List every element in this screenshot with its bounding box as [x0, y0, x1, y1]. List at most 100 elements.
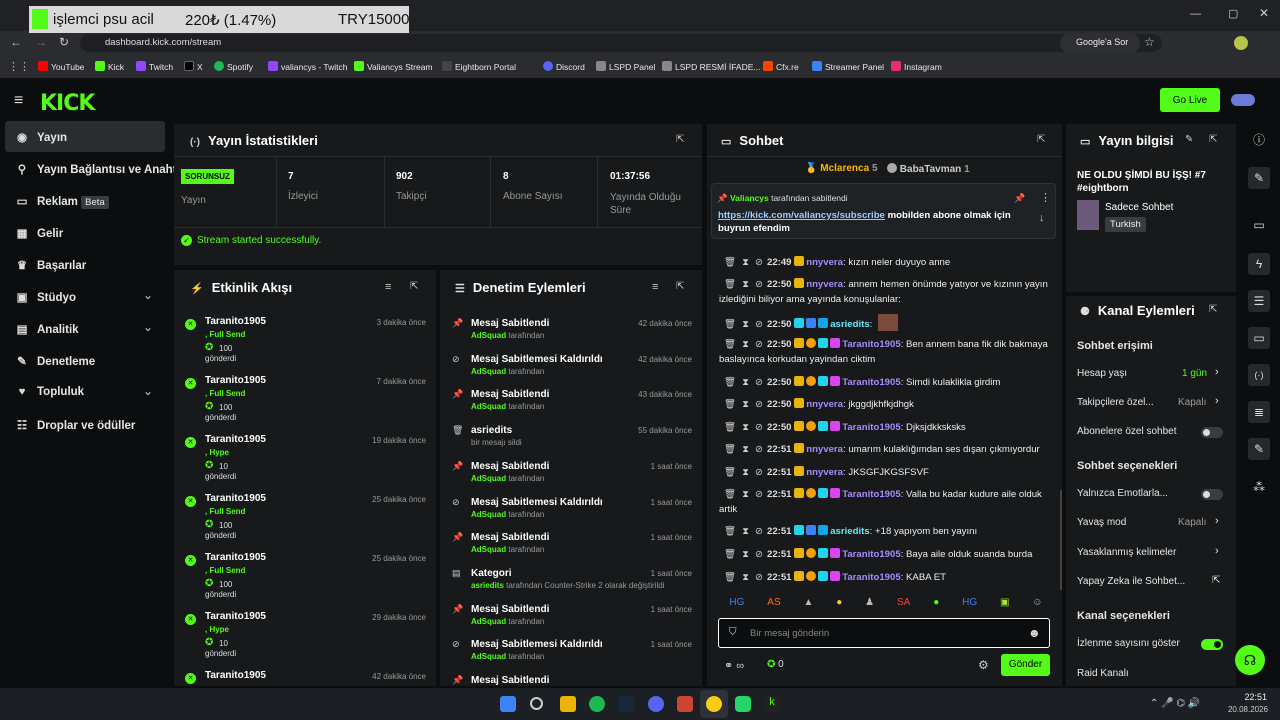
popout-icon[interactable]: ⇱ — [676, 134, 684, 145]
chat-scrollbar[interactable] — [1060, 490, 1062, 590]
sidebar-item-revenue[interactable]: ▦ Gelir — [16, 226, 64, 240]
sidebar-item-stream[interactable]: ◉ Yayın — [16, 130, 67, 144]
url-field[interactable]: dashboard.kick.com/stream Google'a Sor — [80, 33, 1162, 53]
bookmark-discord[interactable]: Discord — [543, 61, 585, 72]
top-gifter-1[interactable]: 🥇 Mclarenca 5 — [805, 163, 878, 174]
app-icon[interactable] — [677, 696, 693, 712]
ai-chat-label[interactable]: Yapay Zeka ile Sohbet... — [1077, 576, 1185, 587]
bookmark-youtube[interactable]: YouTube — [38, 61, 84, 72]
bookmark-cfx[interactable]: Cfx.re — [763, 61, 799, 72]
discord-icon[interactable] — [648, 696, 664, 712]
whatsapp-icon[interactable] — [735, 696, 751, 712]
stack-icon[interactable]: ≣ — [1248, 401, 1270, 423]
tray-icons[interactable]: ⌃ 🎤 ⌬ 🔊 — [1150, 698, 1200, 709]
card-icon[interactable]: ▭ — [1248, 214, 1270, 236]
lightning-icon[interactable]: ϟ — [1248, 253, 1270, 275]
chat-message[interactable]: 🗑 ⧗ ⊘ 22:51 Taranito1905: Valla bu kadar ku… — [719, 487, 1059, 517]
raid-channel-label[interactable]: Raid Kanalı — [1077, 668, 1129, 679]
file-explorer-icon[interactable] — [560, 696, 576, 712]
kick-logo[interactable]: KICK — [40, 91, 95, 116]
sidebar-item-stream-key[interactable]: ⚲ Yayın Bağlantısı ve Anahtar — [16, 162, 188, 176]
popout-icon[interactable]: ⇱ — [1037, 134, 1045, 145]
activity-user[interactable]: Taranito1905 — [205, 552, 266, 563]
infinity-icon[interactable]: ⚭ ∞ — [724, 659, 744, 672]
bookmark-lspd-resmi[interactable]: LSPD RESMİ İFADE... — [662, 61, 761, 72]
chat-message[interactable]: 🗑 ⧗ ⊘ 22:51 Taranito1905: KABA ET — [719, 570, 1059, 585]
gear-icon[interactable]: ⚙ — [978, 658, 989, 672]
chrome-icon[interactable] — [706, 696, 722, 712]
steam-icon[interactable] — [618, 696, 634, 712]
chat-message[interactable]: 🗑 ⧗ ⊘ 22:51 Taranito1905: Baya aile olduk s… — [719, 547, 1059, 562]
chevron-right-icon[interactable]: › — [1215, 515, 1219, 527]
account-age-label[interactable]: Hesap yaşı — [1077, 368, 1127, 379]
windows-start-icon[interactable] — [500, 696, 516, 712]
pin-icon[interactable]: 📌 — [1014, 193, 1025, 204]
spotify-icon[interactable] — [589, 696, 605, 712]
bookmark-streamer-panel[interactable]: Streamer Panel — [812, 61, 884, 72]
sidebar-item-drops[interactable]: ☷ Droplar ve ödüller — [16, 418, 136, 432]
chevron-right-icon[interactable]: › — [1215, 545, 1219, 557]
edit-icon[interactable]: ✎ — [1185, 134, 1193, 145]
activity-user[interactable]: Taranito1905 — [205, 670, 266, 681]
sidebar-item-community[interactable]: ♥ Topluluk — [16, 386, 84, 398]
filter-icon[interactable]: ≡ — [652, 281, 658, 293]
collapse-icon[interactable]: ↓ — [1039, 212, 1045, 224]
activity-user[interactable]: Taranito1905 — [205, 493, 266, 504]
bookmark-star-icon[interactable]: ☆ — [1144, 35, 1155, 49]
account-age-value[interactable]: 1 gün — [1182, 368, 1207, 379]
minimize-button[interactable]: — — [1190, 8, 1201, 20]
activity-user[interactable]: Taranito1905 — [205, 434, 266, 445]
emote-bar[interactable]: HG AS ▲ ● ♟ SA ● HG ▣ ☺ — [718, 597, 1054, 613]
go-live-button[interactable]: Go Live — [1160, 88, 1220, 112]
chat-message[interactable]: 🗑 ⧗ ⊘ 22:51 nnyvera: umarım kulaklığımdan s… — [719, 442, 1059, 457]
maximize-button[interactable]: ▢ — [1228, 7, 1238, 20]
bookmark-valiancys-twitch[interactable]: valiancys - Twitch — [268, 61, 347, 72]
search-icon[interactable] — [530, 697, 543, 710]
activity-user[interactable]: Taranito1905 — [205, 316, 266, 327]
bookmark-kick[interactable]: Kick — [95, 61, 124, 72]
profile-avatar[interactable] — [1234, 36, 1248, 50]
chat-input[interactable]: ⛉ Bir mesaj gönderin ☻ — [718, 618, 1050, 648]
chevron-down-icon[interactable]: ⌄ — [143, 288, 153, 302]
apps-grid-icon[interactable]: ⋮⋮ — [8, 60, 30, 73]
followers-only-value[interactable]: Kapalı — [1178, 397, 1206, 408]
chat-icon[interactable]: ▭ — [1248, 327, 1270, 349]
sidebar-item-ads[interactable]: ▭ Reklam Beta — [16, 194, 109, 209]
reload-icon[interactable]: ↻ — [59, 35, 69, 49]
bookmark-twitch[interactable]: Twitch — [136, 61, 173, 72]
slow-mode-label[interactable]: Yavaş mod — [1077, 517, 1126, 528]
popout-icon[interactable]: ⇱ — [410, 281, 418, 292]
chat-message[interactable]: 🗑 ⧗ ⊘ 22:50 nnyvera: annem hemen önümde yat… — [719, 277, 1059, 307]
bookmark-valiancys-stream[interactable]: Valiancys Stream — [354, 61, 433, 72]
activity-user[interactable]: Taranito1905 — [205, 375, 266, 386]
chat-message[interactable]: 🗑 ⧗ ⊘ 22:50 Taranito1905: Simdi kulaklikla … — [719, 375, 1059, 390]
filter-icon[interactable]: ≡ — [385, 281, 391, 293]
slow-mode-value[interactable]: Kapalı — [1178, 517, 1206, 528]
chat-message[interactable]: 🗑 ⧗ ⊘ 22:51 nnyvera: JKSGFJKGSFSVF — [719, 465, 1059, 480]
support-icon[interactable]: ☊ — [1235, 645, 1265, 675]
back-icon[interactable]: ← — [10, 35, 22, 49]
edit-icon[interactable]: ✎ — [1248, 167, 1270, 189]
info-icon[interactable]: ⓘ — [1248, 129, 1270, 151]
close-window-button[interactable]: ✕ — [1259, 6, 1269, 20]
chevron-down-icon[interactable]: ⌄ — [143, 320, 153, 334]
bookmark-instagram[interactable]: Instagram — [891, 61, 942, 72]
more-icon[interactable]: ⋮ — [1040, 191, 1051, 204]
top-gifter-2[interactable]: BabaTavman 1 — [887, 163, 970, 175]
chat-message[interactable]: 🗑 ⧗ ⊘ 22:50 Taranito1905: Djksjdkksksks — [719, 420, 1059, 435]
popout-icon[interactable]: ⇱ — [676, 281, 684, 292]
chevron-down-icon[interactable]: ⌄ — [143, 384, 153, 398]
sidebar-item-achievements[interactable]: ♛ Başarılar — [16, 258, 86, 272]
sidebar-item-moderation[interactable]: ✎ Denetleme — [16, 354, 95, 368]
chat-message[interactable]: 🗑 ⧗ ⊘ 22:50 nnyvera: jkggdjkhfkjdhgk — [719, 397, 1059, 412]
activity-user[interactable]: Taranito1905 — [205, 611, 266, 622]
sidebar-item-analytics[interactable]: ▤ Analitik — [16, 322, 79, 336]
google-ask-button[interactable]: Google'a Sor — [1060, 33, 1140, 53]
popout-icon[interactable]: ⇱ — [1209, 304, 1217, 315]
emote-only-toggle[interactable] — [1201, 489, 1223, 500]
avatar[interactable] — [1231, 94, 1255, 106]
chat-message[interactable]: 🗑 ⧗ ⊘ 22:50 asriedits: — [719, 314, 1059, 332]
bookmark-lspd-panel[interactable]: LSPD Panel — [596, 61, 655, 72]
emoji-icon[interactable]: ☻ — [1028, 626, 1041, 640]
subs-only-toggle[interactable] — [1201, 427, 1223, 438]
